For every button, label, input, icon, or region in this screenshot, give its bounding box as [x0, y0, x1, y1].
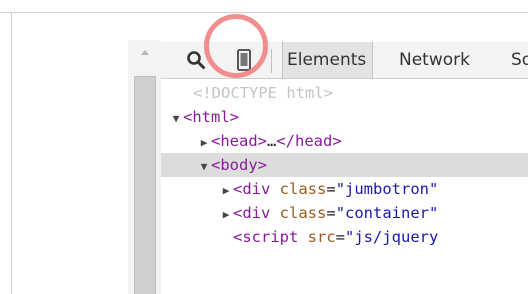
window-top-bar — [0, 0, 528, 12]
expand-arrow-icon[interactable]: ▼ — [197, 155, 211, 179]
attr-value-text: "container" — [335, 204, 439, 222]
tag-open-text: <div — [233, 180, 271, 198]
equals-text: = — [335, 228, 346, 246]
tag-open-text: <script — [233, 228, 299, 246]
ellipsis-text: … — [267, 132, 277, 150]
doctype-text: <!DOCTYPE html> — [193, 84, 333, 102]
tab-elements[interactable]: Elements — [282, 42, 374, 78]
tab-sources[interactable]: So — [511, 42, 528, 78]
tab-network[interactable]: Network — [399, 42, 470, 78]
tag-open-text: <div — [233, 204, 271, 222]
collapse-arrow-icon[interactable]: ▶ — [197, 131, 211, 155]
collapse-arrow-icon[interactable]: ▶ — [219, 179, 233, 203]
scrollbar-thumb[interactable] — [134, 76, 156, 294]
expand-arrow-icon[interactable]: ▼ — [169, 107, 183, 131]
attr-name-text: class — [279, 204, 327, 222]
tag-text: <body> — [211, 156, 267, 174]
dom-node-script[interactable]: <script src="js/jquery — [161, 225, 528, 249]
attr-value-text: "js/jquery — [345, 228, 439, 246]
dom-node-div-container[interactable]: ▶ <div class="container" — [161, 201, 528, 225]
dom-tree-panel: <!DOCTYPE html> ▼ <html> ▶ <head>…</head> … — [161, 79, 528, 294]
attr-name-text: class — [279, 180, 327, 198]
equals-text: = — [326, 180, 336, 198]
dom-node-head[interactable]: ▶ <head>…</head> — [161, 129, 528, 153]
tag-text: <html> — [183, 108, 239, 126]
collapse-arrow-icon[interactable]: ▶ — [219, 203, 233, 227]
scroll-up-arrow-icon[interactable] — [138, 44, 152, 58]
dom-node-body[interactable]: ▼ <body> — [161, 153, 528, 177]
equals-text: = — [326, 204, 336, 222]
tag-close-text: </head> — [276, 132, 342, 150]
attr-value-text: "jumbotron" — [335, 180, 439, 198]
tag-open-text: <head> — [211, 132, 267, 150]
toolbar-separator — [271, 49, 272, 73]
dom-node-div-jumbotron[interactable]: ▶ <div class="jumbotron" — [161, 177, 528, 201]
dom-node-html[interactable]: ▼ <html> — [161, 105, 528, 129]
attr-name-text: src — [307, 228, 336, 246]
dom-node-doctype[interactable]: <!DOCTYPE html> — [161, 81, 528, 105]
highlight-circle-annotation — [204, 14, 268, 78]
